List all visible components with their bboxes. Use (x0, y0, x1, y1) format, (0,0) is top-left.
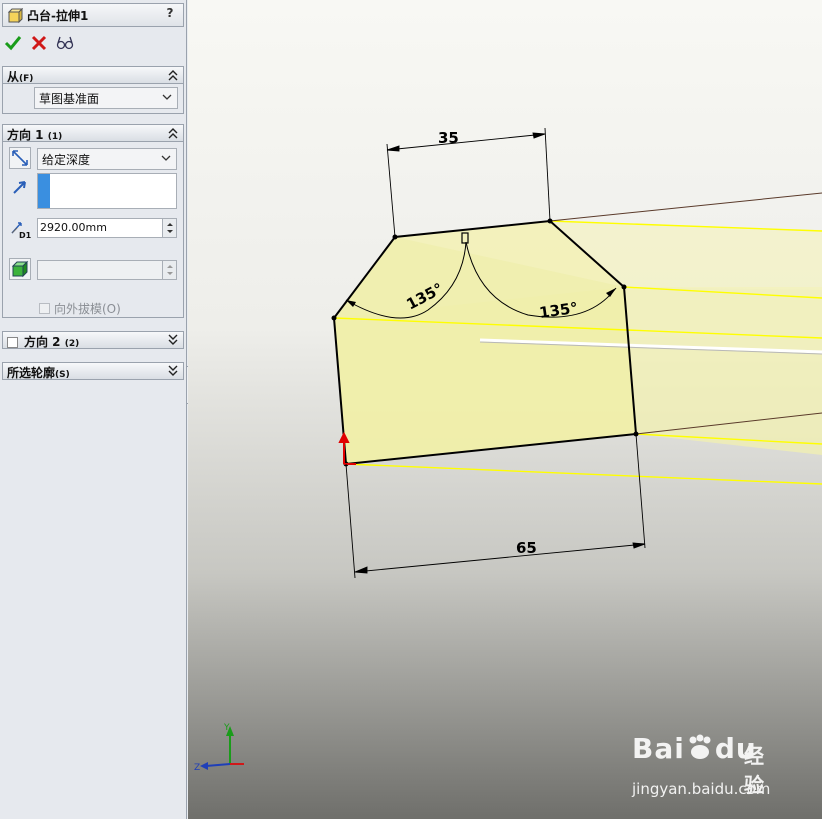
depth-label: D1 (19, 231, 32, 240)
help-button[interactable]: ? (163, 6, 177, 24)
preview-glasses-icon[interactable] (56, 34, 74, 52)
end-condition-value: 给定深度 (42, 153, 91, 167)
selected-contours-group-header[interactable]: 所选轮廓(S) (2, 362, 184, 380)
ok-check-icon[interactable] (4, 34, 22, 52)
selected-contours-shortcut: (S) (55, 370, 70, 380)
direction2-shortcut: (2) (64, 339, 80, 349)
cancel-x-icon[interactable] (30, 34, 48, 52)
graphics-viewport[interactable]: 35 65 135° 135° Z Y (188, 0, 822, 819)
chevron-down-icon (160, 152, 172, 164)
depth-d1-icon: D1 (9, 219, 33, 241)
reverse-direction-icon (12, 150, 28, 166)
depth-input[interactable]: 2920.00mm (37, 218, 177, 238)
depth-value: 2920.00mm (40, 221, 107, 234)
direction-vector-icon (11, 178, 29, 196)
triad-y-label: Y (223, 723, 230, 733)
boss-extrude-icon (7, 7, 24, 24)
triad-z-label: Z (194, 763, 200, 773)
dim-text-35[interactable]: 35 (438, 129, 459, 147)
direction-reference-selection-box[interactable] (37, 173, 177, 209)
chevron-down-icon (161, 91, 173, 103)
draft-outward-label: 向外拔模(O) (54, 302, 121, 316)
paw-icon (685, 734, 715, 760)
from-group-header[interactable]: 从(F) (2, 66, 184, 84)
draft-angle-spinner[interactable] (162, 261, 176, 279)
direction2-checkbox[interactable] (7, 336, 18, 348)
property-manager-panel: 凸台-拉伸1 ? 从(F) 草图基准面 方向 1 (1) 给定深度 D1 292… (0, 0, 187, 819)
model-scene: 35 65 135° 135° Z Y (194, 127, 822, 773)
expand-chevron-down-icon[interactable] (167, 364, 179, 378)
reverse-direction-button[interactable] (9, 147, 31, 169)
from-shortcut: (F) (19, 74, 34, 84)
feature-title: 凸台-拉伸1 (27, 9, 89, 23)
end-condition-select[interactable]: 给定深度 (37, 148, 177, 170)
direction2-group-header[interactable]: 方向 2 (2) (2, 331, 184, 349)
from-group-title: 从 (7, 70, 20, 84)
reference-triad: Z Y (194, 723, 244, 773)
direction1-group-body: 给定深度 D1 2920.00mm 向外拔模(O) (2, 142, 184, 318)
collapse-chevron-up-icon[interactable] (167, 68, 179, 82)
dimension-top (386, 127, 551, 238)
draft-angle-input[interactable] (37, 260, 177, 280)
direction1-shortcut: (1) (47, 132, 63, 142)
dim-text-65[interactable]: 65 (516, 539, 537, 557)
draft-outward-checkbox[interactable]: 向外拔模(O) (39, 300, 121, 317)
expand-chevron-down-icon[interactable] (167, 333, 179, 347)
start-condition-value: 草图基准面 (39, 92, 100, 106)
direction2-group-title: 方向 2 (24, 335, 61, 349)
watermark-url: jingyan.baidu.com (632, 780, 771, 798)
depth-spinner[interactable] (162, 219, 176, 237)
merge-result-button[interactable] (9, 258, 31, 280)
start-condition-select[interactable]: 草图基准面 (34, 87, 178, 109)
direction1-group-title: 方向 1 (7, 128, 44, 142)
watermark-brand: Bai (632, 732, 685, 765)
selected-contours-title: 所选轮廓 (7, 366, 56, 380)
from-group-body: 草图基准面 (2, 84, 184, 114)
baidu-watermark: Bai du 经验 jingyan.baidu.com (632, 732, 782, 802)
merge-body-icon (11, 260, 29, 278)
action-row (4, 33, 74, 53)
feature-title-bar: 凸台-拉伸1 ? (2, 3, 184, 27)
direction1-group-header[interactable]: 方向 1 (1) (2, 124, 184, 142)
collapse-chevron-up-icon[interactable] (167, 126, 179, 140)
